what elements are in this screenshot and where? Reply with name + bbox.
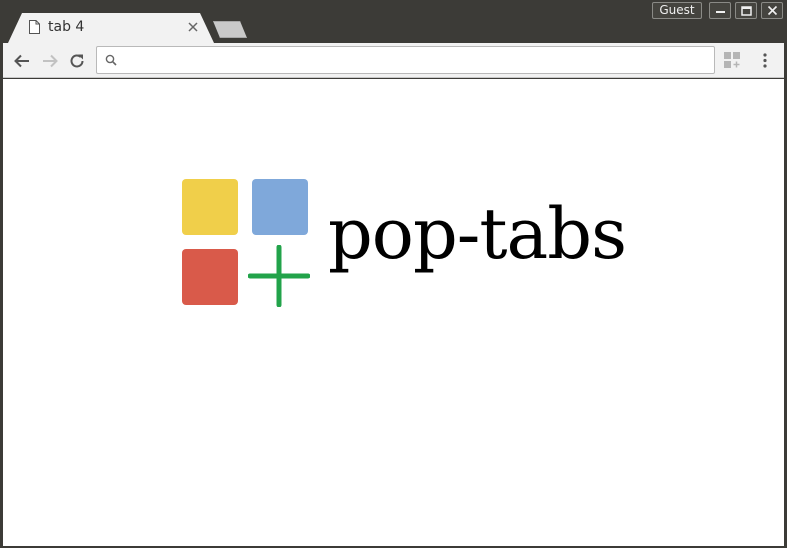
logo-yellow-square bbox=[182, 179, 238, 235]
browser-window: tab 4 Guest pop-tabs bbox=[0, 0, 787, 548]
extension-grid-icon[interactable] bbox=[724, 52, 741, 69]
reload-icon[interactable] bbox=[67, 51, 87, 71]
logo-plus-icon bbox=[248, 245, 310, 307]
document-icon bbox=[29, 20, 40, 34]
guest-profile-button[interactable]: Guest bbox=[652, 2, 702, 19]
maximize-button[interactable] bbox=[735, 2, 757, 19]
maximize-icon bbox=[741, 6, 752, 16]
search-icon bbox=[105, 54, 117, 66]
address-bar[interactable] bbox=[96, 46, 715, 74]
minimize-button[interactable] bbox=[709, 2, 731, 19]
logo-red-square bbox=[182, 249, 238, 305]
logo-blue-square bbox=[252, 179, 308, 235]
page-content bbox=[3, 79, 784, 546]
address-input[interactable] bbox=[123, 51, 703, 69]
back-arrow-icon[interactable] bbox=[12, 51, 32, 71]
close-icon bbox=[767, 5, 778, 16]
new-tab-button[interactable] bbox=[213, 21, 247, 38]
forward-arrow-icon[interactable] bbox=[40, 51, 60, 71]
logo-wordmark: pop-tabs bbox=[328, 193, 627, 275]
more-menu-icon[interactable] bbox=[759, 52, 771, 69]
minimize-icon bbox=[716, 11, 725, 13]
tab-title: tab 4 bbox=[48, 19, 85, 35]
close-window-button[interactable] bbox=[761, 2, 783, 19]
close-tab-icon[interactable] bbox=[186, 20, 200, 34]
